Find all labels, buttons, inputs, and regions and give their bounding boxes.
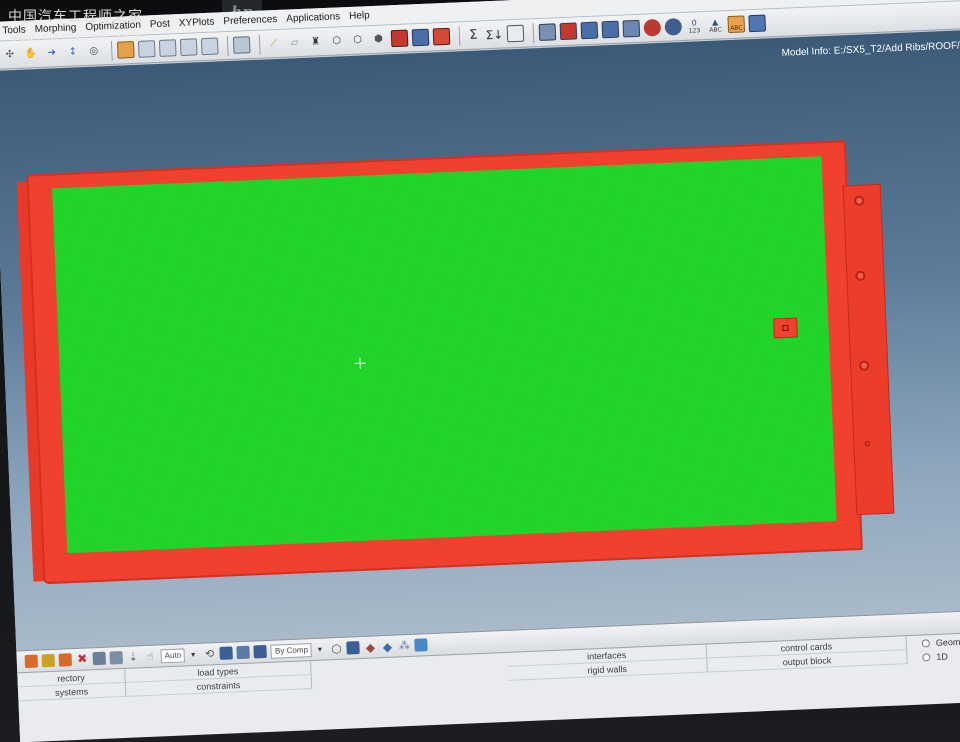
auto-dropdown[interactable]: Auto [160,647,186,663]
element-blue-icon[interactable] [411,28,430,47]
crosshair-icon [354,358,365,369]
lasso-icon[interactable]: ⟲ [203,647,217,661]
element-flag-icon[interactable] [432,27,451,46]
radio-geom[interactable]: Geom [921,636,960,649]
ruler-icon[interactable]: ⟋ [265,35,283,53]
hand-icon[interactable]: ☝ [143,650,157,664]
sphere-icon[interactable] [664,18,683,36]
cube-shaded-icon[interactable]: ⬢ [370,30,388,48]
dropdown-arrow-icon[interactable]: ▾ [318,645,322,654]
menu-preferences[interactable]: Preferences [223,14,277,27]
monitor-icon[interactable] [414,638,429,652]
abc-label: ABC [709,25,722,34]
pin-icon[interactable]: ♜ [307,33,325,51]
number-icon[interactable]: 0 123 [685,17,703,35]
graphics-viewport[interactable]: Model Info: E:/SX5_T2/Add Ribs/ROOF/ [0,29,960,651]
view-front-icon[interactable] [158,39,177,57]
radio-1d-label: 1D [936,651,949,662]
component-3-icon[interactable] [58,653,73,667]
by-comp-dropdown[interactable]: By Comp [270,642,313,659]
view-back-icon[interactable] [179,38,198,57]
component-2-icon[interactable] [41,653,56,668]
plane-icon[interactable] [748,14,767,33]
watermark-url: www.cartech8.com [10,30,142,44]
arrow-icon[interactable]: ➜ [43,44,61,62]
radio-1d-dot[interactable] [922,653,931,662]
translate-icon[interactable]: ✣ [1,46,19,64]
view-left-icon[interactable] [200,37,219,56]
roof-patch[interactable] [773,317,798,339]
color-cube-icon[interactable] [236,645,251,660]
toolbar-separator [258,34,261,55]
hypermesh-screen: Tools Morphing Optimization Post XYPlots… [0,0,960,742]
menu-help[interactable]: Help [349,10,370,22]
panel-5-icon[interactable] [622,19,641,38]
shade-icon[interactable] [219,646,234,660]
diamond-blue-icon[interactable]: ◆ [381,640,395,654]
radio-geom-label: Geom [935,636,960,648]
roof-panel-mesh[interactable] [52,156,837,554]
delete-icon[interactable]: ✖ [75,651,89,666]
measure-icon[interactable]: ▱ [286,34,304,52]
zoom-icon[interactable]: ↕ [64,43,82,61]
panel-2-icon[interactable] [559,22,578,41]
model-info-label: Model Info: E:/SX5_T2/Add Ribs/ROOF/ [781,40,960,59]
sum-icon[interactable]: Σ↓ [485,26,503,44]
by-comp-icon[interactable] [253,644,268,659]
rail-hole [854,195,865,206]
sigma-icon[interactable]: Σ [465,26,483,44]
rail-hole [858,360,870,371]
dropdown-arrow-icon[interactable]: ▾ [191,650,195,659]
panel-4-icon[interactable] [601,20,620,39]
toolbar-separator [226,35,229,56]
radio-1d[interactable]: 1D [922,651,948,662]
abc-orange-label: ABC [730,24,743,33]
cube-icon[interactable]: ⬡ [328,32,346,50]
toolbar-separator [532,22,535,43]
menu-applications[interactable]: Applications [286,11,340,24]
cube-wire-icon[interactable]: ⬡ [349,31,367,49]
component-icon[interactable] [24,654,39,669]
menu-xyplots[interactable]: XYPlots [179,17,215,29]
fit-icon[interactable] [232,36,251,54]
element-red-icon[interactable] [390,29,409,48]
mask-icon[interactable] [643,18,662,37]
diamond-red-icon[interactable]: ◆ [364,640,378,654]
entity-2-icon[interactable] [109,651,124,665]
patch-hole [782,324,789,332]
abc-orange-icon[interactable]: ABC [727,15,746,34]
radio-geom-dot[interactable] [921,639,931,648]
calculator-icon[interactable] [506,24,525,43]
watermark-title: 中国汽车工程师之家 [8,9,143,25]
pan-icon[interactable]: ✋ [22,45,40,63]
solid-cube-icon[interactable] [346,641,361,655]
mesh-cube-icon[interactable]: ⬡ [330,642,344,656]
grid-icon[interactable]: ⁂ [398,639,412,653]
connector-icon[interactable]: ⇣ [126,650,140,664]
toolbar-separator [458,25,461,46]
menu-post[interactable]: Post [150,18,170,30]
rotate-icon[interactable]: ◎ [85,42,103,60]
abc-icon[interactable]: ▲ ABC [706,16,724,34]
rail-hole [855,270,866,281]
rail-hole [864,440,871,447]
panel-3-icon[interactable] [580,21,599,40]
entity-icon[interactable] [92,651,107,666]
number-label: 123 [688,26,701,35]
panel-1-icon[interactable] [538,23,557,42]
